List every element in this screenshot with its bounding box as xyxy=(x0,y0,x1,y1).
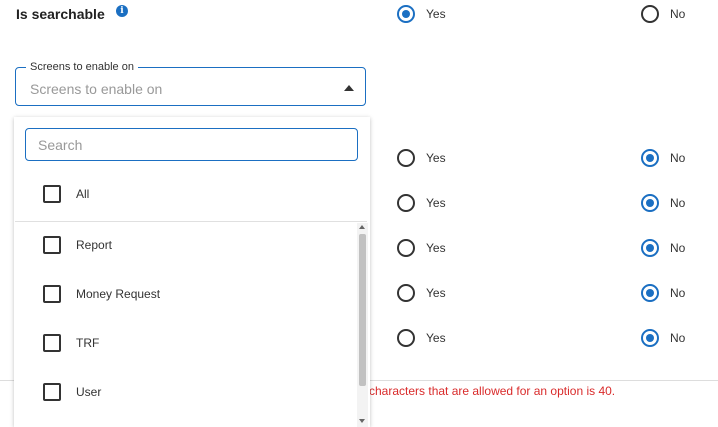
option-label: Money Request xyxy=(76,287,161,301)
is-searchable-label: Is searchable xyxy=(16,6,105,22)
searchable-no-label: No xyxy=(670,7,686,21)
row-yes-radio[interactable] xyxy=(397,329,415,347)
row-no-label: No xyxy=(670,196,686,210)
checkbox-icon[interactable] xyxy=(43,185,61,203)
checkbox-icon[interactable] xyxy=(43,285,61,303)
checkbox-icon[interactable] xyxy=(43,383,61,401)
row-yes-label: Yes xyxy=(426,331,446,345)
screens-select-legend: Screens to enable on xyxy=(26,61,138,73)
option-all[interactable]: All xyxy=(15,174,356,214)
row-no-radio[interactable] xyxy=(641,284,659,302)
divider xyxy=(15,221,367,222)
scrollbar-thumb[interactable] xyxy=(359,234,366,386)
row-yes-radio[interactable] xyxy=(397,149,415,167)
row-no-radio[interactable] xyxy=(641,149,659,167)
searchable-no-radio[interactable] xyxy=(641,5,659,23)
row-yes-radio[interactable] xyxy=(397,284,415,302)
dropdown-search-input[interactable] xyxy=(25,128,358,161)
searchable-yes-label: Yes xyxy=(426,7,446,21)
row-no-label: No xyxy=(670,151,686,165)
option-label: TRF xyxy=(76,336,100,350)
row-no-radio[interactable] xyxy=(641,194,659,212)
caret-up-icon[interactable] xyxy=(344,85,354,91)
option-label: All xyxy=(76,187,90,201)
checkbox-icon[interactable] xyxy=(43,236,61,254)
option-money-request[interactable]: Money Request xyxy=(15,274,356,314)
option-trf[interactable]: TRF xyxy=(15,323,356,363)
scroll-up-arrow-icon[interactable] xyxy=(359,225,365,229)
checkbox-icon[interactable] xyxy=(43,334,61,352)
searchable-yes-radio[interactable] xyxy=(397,5,415,23)
row-no-radio[interactable] xyxy=(641,329,659,347)
row-yes-label: Yes xyxy=(426,151,446,165)
row-no-label: No xyxy=(670,331,686,345)
screens-select-placeholder: Screens to enable on xyxy=(30,81,163,97)
option-label: User xyxy=(76,385,102,399)
row-yes-label: Yes xyxy=(426,196,446,210)
option-label: Report xyxy=(76,238,113,252)
info-icon[interactable]: i xyxy=(116,5,128,17)
row-yes-radio[interactable] xyxy=(397,239,415,257)
option-user[interactable]: User xyxy=(15,372,356,412)
row-yes-label: Yes xyxy=(426,286,446,300)
row-no-label: No xyxy=(670,286,686,300)
error-message: characters that are allowed for an optio… xyxy=(369,384,616,398)
row-yes-label: Yes xyxy=(426,241,446,255)
row-no-label: No xyxy=(670,241,686,255)
row-no-radio[interactable] xyxy=(641,239,659,257)
option-report[interactable]: Report xyxy=(15,225,356,265)
row-yes-radio[interactable] xyxy=(397,194,415,212)
scroll-down-arrow-icon[interactable] xyxy=(359,419,365,423)
